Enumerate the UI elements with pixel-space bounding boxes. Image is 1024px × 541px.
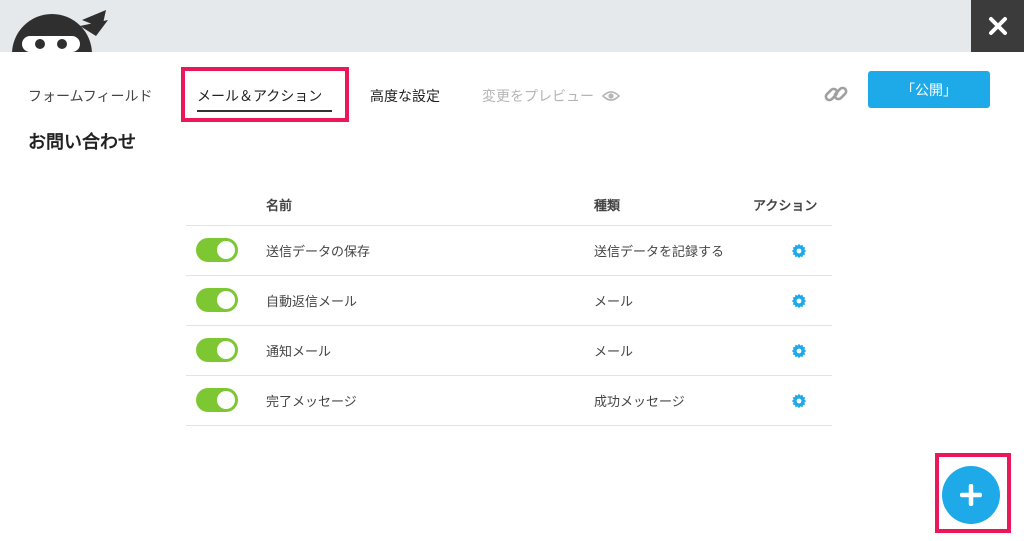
plus-icon [960,484,982,506]
add-action-button[interactable] [942,466,1000,524]
form-title: お問い合わせ [28,132,136,153]
header-type: 種類 [594,199,621,214]
table-row: 完了メッセージ 成功メッセージ [186,376,832,426]
enable-toggle[interactable] [196,338,238,362]
gear-icon[interactable] [791,343,807,359]
active-tab-underline [197,110,332,112]
gear-icon[interactable] [791,393,807,409]
tab-preview[interactable]: 変更をプレビュー [482,86,620,106]
action-type: 送信データを記録する [594,245,725,260]
action-type: 成功メッセージ [594,395,685,410]
action-name: 送信データの保存 [266,245,371,260]
link-icon[interactable] [823,81,849,107]
gear-icon[interactable] [791,243,807,259]
enable-toggle[interactable] [196,288,238,312]
tab-form-fields[interactable]: フォームフィールド [28,86,152,106]
actions-table: 名前 種類 アクション 送信データの保存 送信データを記録する 自動返信メール … [186,182,832,426]
publish-button[interactable]: 「公開」 [868,71,990,108]
enable-toggle[interactable] [196,238,238,262]
action-type: メール [594,345,634,360]
action-type: メール [594,295,634,310]
close-button[interactable] [971,0,1024,52]
preview-label: 変更をプレビュー [482,89,594,105]
tab-email-actions[interactable]: メール＆アクション [197,86,322,106]
ninja-logo [10,6,110,52]
close-icon [988,17,1007,35]
header-action: アクション [753,199,818,214]
table-row: 通知メール メール [186,326,832,376]
table-header: 名前 種類 アクション [186,182,832,226]
enable-toggle[interactable] [196,388,238,412]
top-bar [0,0,1024,52]
eye-icon [602,91,620,101]
table-row: 自動返信メール メール [186,276,832,326]
action-name: 完了メッセージ [266,395,357,410]
tab-advanced-settings[interactable]: 高度な設定 [370,86,440,106]
table-row: 送信データの保存 送信データを記録する [186,226,832,276]
gear-icon[interactable] [791,293,807,309]
action-name: 通知メール [266,345,332,360]
action-name: 自動返信メール [266,295,358,310]
header-name: 名前 [266,199,293,214]
